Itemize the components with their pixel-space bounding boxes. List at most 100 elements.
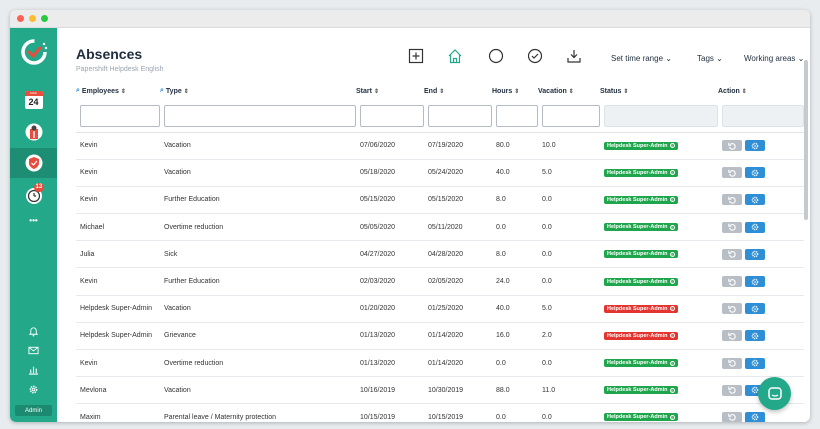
col-employees[interactable]: ⌕ Employees ⇕ bbox=[76, 82, 160, 100]
status-badge[interactable]: Helpdesk Super-Admin i bbox=[604, 141, 678, 150]
cell-type: Vacation bbox=[160, 376, 356, 405]
col-vacation[interactable]: Vacation ⇕ bbox=[538, 82, 600, 100]
table-row[interactable]: Mevlona Vacation 10/16/2019 10/30/2019 88.0 1… bbox=[76, 376, 804, 405]
cell-start: 10/15/2019 bbox=[356, 403, 424, 422]
status-badge[interactable]: Helpdesk Super-Admin i bbox=[604, 331, 678, 340]
cell-vacation: 0.0 bbox=[538, 240, 600, 269]
status-badge[interactable]: Helpdesk Super-Admin i bbox=[604, 413, 678, 422]
maximize-dot[interactable] bbox=[41, 15, 48, 22]
status-badge[interactable]: Helpdesk Super-Admin i bbox=[604, 386, 678, 395]
settings-button[interactable] bbox=[745, 248, 765, 260]
minimize-dot[interactable] bbox=[29, 15, 36, 22]
revert-button[interactable] bbox=[722, 303, 742, 315]
working-areas-dropdown[interactable]: Working areas ⌄ bbox=[744, 54, 804, 63]
vacation-filter[interactable] bbox=[542, 104, 600, 127]
time-range-dropdown[interactable]: Set time range ⌄ bbox=[611, 54, 672, 63]
col-end[interactable]: End ⇕ bbox=[424, 82, 492, 100]
close-dot[interactable] bbox=[17, 15, 24, 22]
undo-icon bbox=[728, 223, 736, 231]
chart-icon[interactable] bbox=[10, 362, 57, 376]
mail-icon[interactable] bbox=[10, 343, 57, 357]
download-icon[interactable] bbox=[566, 48, 582, 64]
status-badge[interactable]: Helpdesk Super-Admin i bbox=[604, 223, 678, 232]
more-icon[interactable]: ••• bbox=[10, 212, 57, 228]
table-row[interactable]: Kevin Further Education 02/03/2020 02/05/20… bbox=[76, 267, 804, 296]
plus-icon[interactable] bbox=[408, 48, 424, 64]
table-row[interactable]: Michael Overtime reduction 05/05/2020 05/11… bbox=[76, 213, 804, 242]
revert-button[interactable] bbox=[722, 194, 742, 206]
cell-status: Helpdesk Super-Admin i bbox=[600, 240, 718, 269]
check-icon[interactable] bbox=[527, 48, 543, 64]
table-row[interactable]: Helpdesk Super-Admin Vacation 01/20/2020 01… bbox=[76, 295, 804, 323]
settings-button[interactable] bbox=[745, 411, 765, 422]
status-badge[interactable]: Helpdesk Super-Admin i bbox=[604, 359, 678, 368]
cell-vacation: 0.0 bbox=[538, 267, 600, 296]
col-action[interactable]: Action ⇕ bbox=[718, 82, 804, 100]
table-row[interactable]: Julia Sick 04/27/2020 04/28/2020 8.0 0.0 Helpd… bbox=[76, 240, 804, 269]
timer-icon[interactable]: 13 bbox=[10, 183, 57, 208]
settings-button[interactable] bbox=[745, 167, 765, 179]
circle-icon[interactable] bbox=[488, 48, 504, 64]
settings-button[interactable] bbox=[745, 330, 765, 342]
settings-button[interactable] bbox=[745, 303, 765, 315]
col-type[interactable]: ⌕ Type ⇕ bbox=[160, 82, 356, 100]
status-badge[interactable]: Helpdesk Super-Admin i bbox=[604, 250, 678, 259]
table-row[interactable]: Kevin Vacation 07/06/2020 07/19/2020 80.0 10.… bbox=[76, 132, 804, 160]
cell-type: Overtime reduction bbox=[160, 213, 356, 242]
timer-badge: 13 bbox=[33, 183, 45, 192]
logo-icon[interactable] bbox=[10, 34, 57, 70]
calendar-icon[interactable]: MAR 24 bbox=[10, 88, 57, 112]
revert-button[interactable] bbox=[722, 276, 742, 288]
chevron-down-icon: ⌄ bbox=[663, 54, 672, 63]
settings-button[interactable] bbox=[745, 221, 765, 233]
employees-filter[interactable] bbox=[80, 104, 160, 127]
revert-button[interactable] bbox=[722, 411, 742, 422]
settings-button[interactable] bbox=[745, 357, 765, 369]
undo-icon bbox=[728, 332, 736, 340]
status-badge[interactable]: Helpdesk Super-Admin i bbox=[604, 195, 678, 204]
cell-status: Helpdesk Super-Admin i bbox=[600, 267, 718, 296]
settings-button[interactable] bbox=[745, 194, 765, 206]
table-row[interactable]: Kevin Further Education 05/15/2020 05/15/20… bbox=[76, 186, 804, 215]
revert-button[interactable] bbox=[722, 357, 742, 369]
scrollbar[interactable] bbox=[804, 60, 808, 220]
cell-start: 05/18/2020 bbox=[356, 159, 424, 187]
settings-button[interactable] bbox=[745, 276, 765, 288]
table-row[interactable]: Maxim Parental leave / Maternity protecti… bbox=[76, 403, 804, 422]
revert-button[interactable] bbox=[722, 221, 742, 233]
table-row[interactable]: Kevin Overtime reduction 01/13/2020 01/14/2… bbox=[76, 349, 804, 378]
revert-button[interactable] bbox=[722, 330, 742, 342]
start-filter[interactable] bbox=[360, 104, 424, 127]
cell-action bbox=[718, 132, 804, 160]
revert-button[interactable] bbox=[722, 248, 742, 260]
end-filter[interactable] bbox=[428, 104, 492, 127]
undo-icon bbox=[728, 359, 736, 367]
col-start[interactable]: Start ⇕ bbox=[356, 82, 424, 100]
type-filter[interactable] bbox=[164, 104, 356, 127]
gear-icon[interactable] bbox=[10, 382, 57, 396]
status-badge[interactable]: Helpdesk Super-Admin i bbox=[604, 168, 678, 177]
hours-filter[interactable] bbox=[496, 104, 538, 127]
cell-status: Helpdesk Super-Admin i bbox=[600, 186, 718, 215]
chat-icon[interactable] bbox=[758, 377, 791, 410]
revert-button[interactable] bbox=[722, 140, 742, 152]
home-icon[interactable] bbox=[447, 48, 463, 64]
cell-start: 04/27/2020 bbox=[356, 240, 424, 269]
table-row[interactable]: Helpdesk Super-Admin Grievance 01/13/2020 0… bbox=[76, 322, 804, 351]
cell-action bbox=[718, 159, 804, 187]
status-badge[interactable]: Helpdesk Super-Admin i bbox=[604, 304, 678, 313]
cell-hours: 40.0 bbox=[492, 295, 538, 323]
revert-button[interactable] bbox=[722, 384, 742, 396]
bell-icon[interactable] bbox=[10, 324, 57, 338]
col-status[interactable]: Status ⇕ bbox=[600, 82, 718, 100]
employee-icon[interactable] bbox=[10, 120, 57, 144]
revert-button[interactable] bbox=[722, 167, 742, 179]
cell-type: Vacation bbox=[160, 132, 356, 160]
table-row[interactable]: Kevin Vacation 05/18/2020 05/24/2020 40.0 5.0… bbox=[76, 159, 804, 187]
col-hours[interactable]: Hours ⇕ bbox=[492, 82, 538, 100]
settings-button[interactable] bbox=[745, 140, 765, 152]
tags-dropdown[interactable]: Tags ⌄ bbox=[697, 54, 723, 63]
status-badge[interactable]: Helpdesk Super-Admin i bbox=[604, 277, 678, 286]
shield-icon[interactable] bbox=[10, 148, 57, 178]
admin-badge[interactable]: Admin bbox=[15, 405, 52, 416]
